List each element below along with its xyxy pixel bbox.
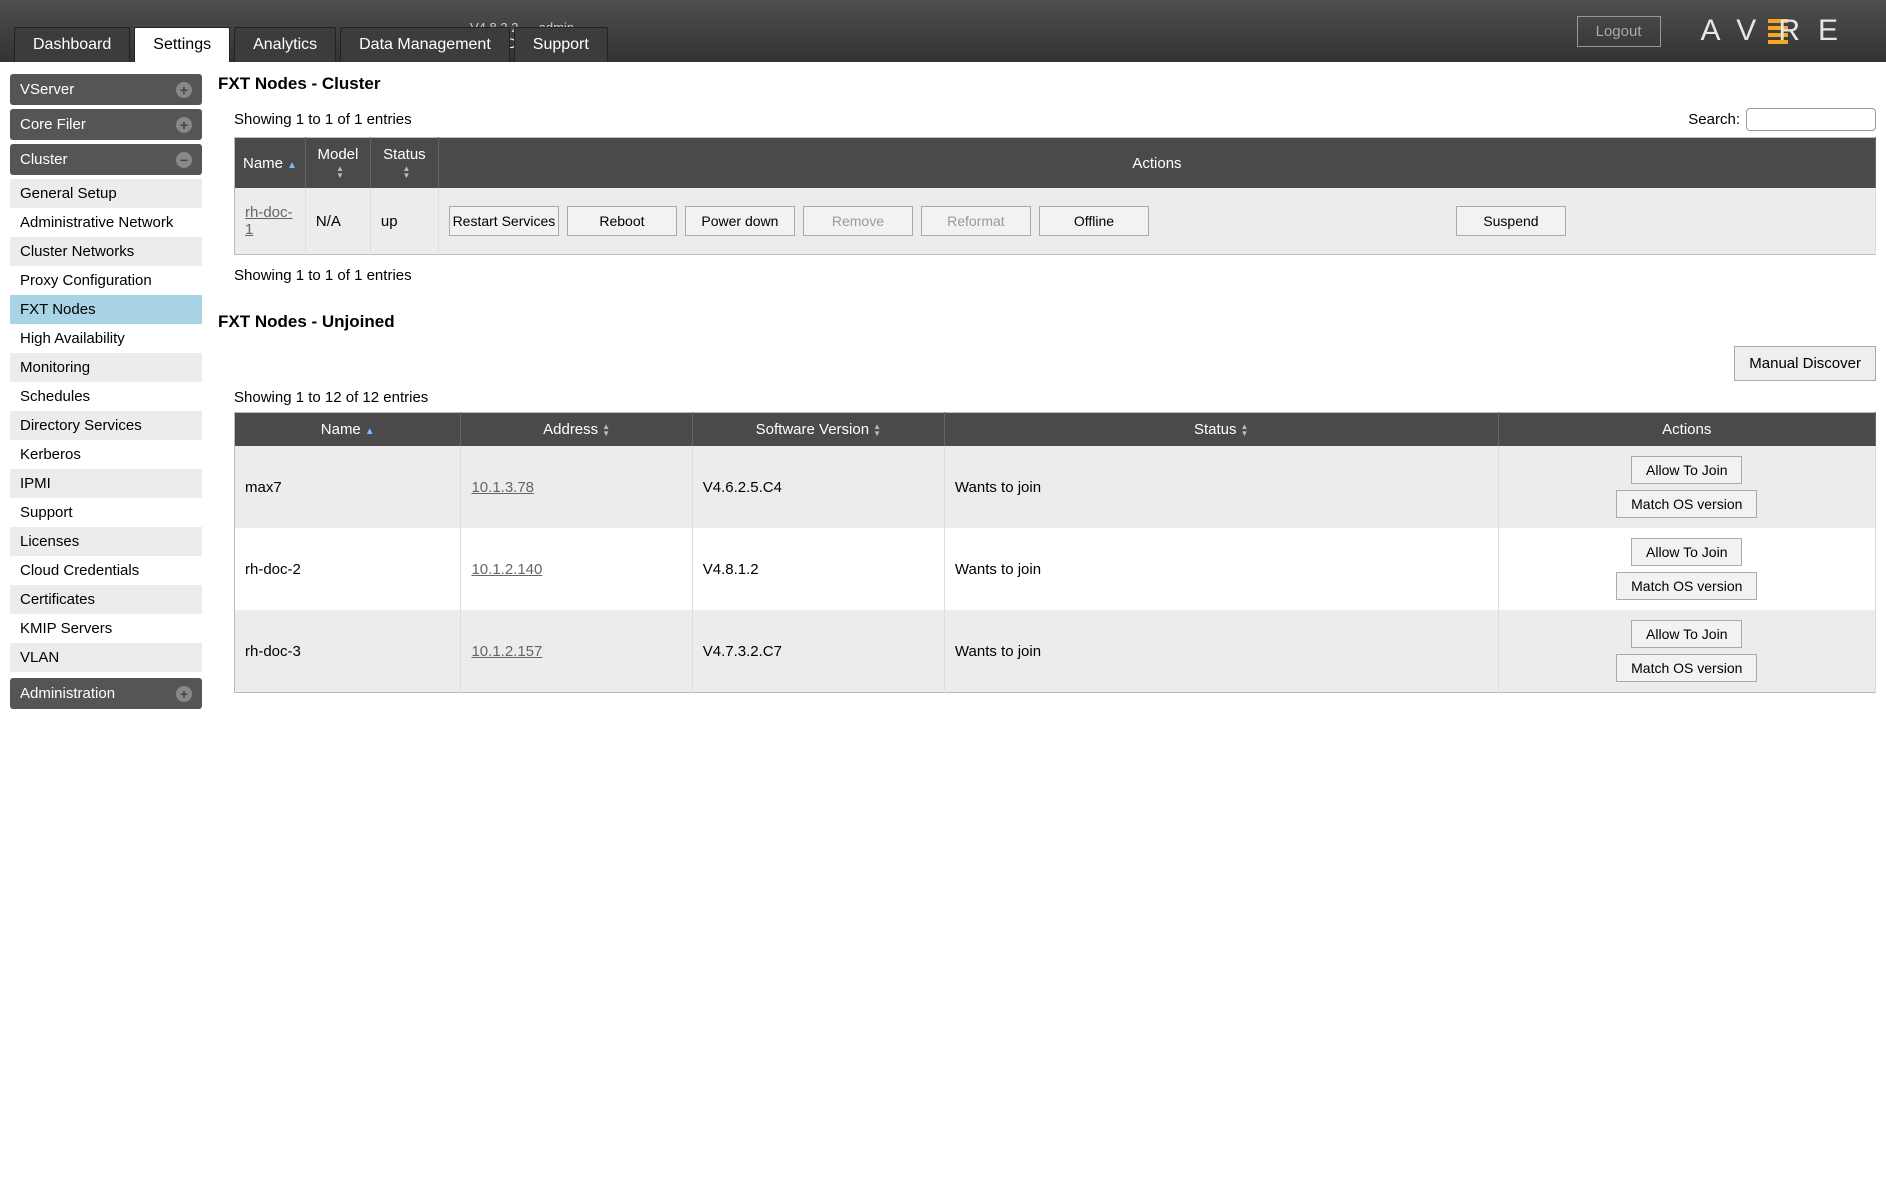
plus-icon: +	[176, 686, 192, 702]
node-status: Wants to join	[944, 528, 1498, 610]
offline-button[interactable]: Offline	[1039, 206, 1149, 236]
node-name: rh-doc-2	[235, 528, 461, 610]
restart-services-button[interactable]: Restart Services	[449, 206, 559, 236]
minus-icon: −	[176, 152, 192, 168]
sort-asc-icon: ▲	[365, 426, 375, 437]
tab-settings[interactable]: Settings	[134, 27, 230, 62]
sidebar-item-licenses[interactable]: Licenses	[10, 527, 202, 556]
topbar: Logout AV RE V4.8.2.2 --- admin SetupDem…	[0, 0, 1886, 62]
sidebar-item-kmip-servers[interactable]: KMIP Servers	[10, 614, 202, 643]
sidebar-item-administrative-network[interactable]: Administrative Network	[10, 208, 202, 237]
allow-to-join-button[interactable]: Allow To Join	[1631, 456, 1742, 484]
cluster-table: Name▲ Model▲▼ Status▲▼ Actions rh-doc-1 …	[234, 137, 1876, 255]
sidebar-item-vlan[interactable]: VLAN	[10, 643, 202, 672]
col-name[interactable]: Name▲	[235, 413, 461, 447]
sidebar-item-high-availability[interactable]: High Availability	[10, 324, 202, 353]
table-row: rh-doc-3 10.1.2.157 V4.7.3.2.C7Wants to jo…	[235, 610, 1876, 693]
col-actions: Actions	[438, 138, 1875, 189]
sidebar-section-cluster[interactable]: Cluster−	[10, 144, 202, 175]
plus-icon: +	[176, 117, 192, 133]
tab-dashboard[interactable]: Dashboard	[14, 27, 130, 62]
match-os-version-button[interactable]: Match OS version	[1616, 490, 1757, 518]
cluster-showing-bottom: Showing 1 to 1 of 1 entries	[234, 267, 1876, 284]
sidebar-item-kerberos[interactable]: Kerberos	[10, 440, 202, 469]
sidebar-item-general-setup[interactable]: General Setup	[10, 179, 202, 208]
logo-text-post: RE	[1778, 14, 1856, 48]
sort-icon: ▲▼	[402, 165, 410, 179]
node-name: max7	[235, 446, 461, 528]
sidebar-section-core-filer[interactable]: Core Filer+	[10, 109, 202, 140]
col-actions: Actions	[1498, 413, 1875, 447]
cluster-title: FXT Nodes - Cluster	[218, 74, 1876, 94]
sort-icon: ▲▼	[602, 423, 610, 437]
node-status: up	[370, 188, 438, 255]
manual-discover-button[interactable]: Manual Discover	[1734, 346, 1876, 381]
sidebar-item-cloud-credentials[interactable]: Cloud Credentials	[10, 556, 202, 585]
tab-data-management[interactable]: Data Management	[340, 27, 510, 62]
table-row: max7 10.1.3.78 V4.6.2.5.C4Wants to join All…	[235, 446, 1876, 528]
sort-asc-icon: ▲	[287, 160, 297, 171]
sidebar-item-schedules[interactable]: Schedules	[10, 382, 202, 411]
reboot-button[interactable]: Reboot	[567, 206, 677, 236]
search-label: Search:	[1688, 111, 1740, 128]
main-content: FXT Nodes - Cluster Showing 1 to 1 of 1 …	[218, 74, 1876, 713]
table-row: rh-doc-2 10.1.2.140 V4.8.1.2Wants to join A…	[235, 528, 1876, 610]
col-status[interactable]: Status▲▼	[370, 138, 438, 189]
suspend-button[interactable]: Suspend	[1456, 206, 1566, 236]
brand-logo: AV RE	[1701, 14, 1856, 48]
col-address[interactable]: Address▲▼	[461, 413, 692, 447]
node-status: Wants to join	[944, 446, 1498, 528]
sidebar-item-support[interactable]: Support	[10, 498, 202, 527]
cluster-showing-top: Showing 1 to 1 of 1 entries	[234, 111, 412, 128]
tab-analytics[interactable]: Analytics	[234, 27, 336, 62]
sidebar-item-fxt-nodes[interactable]: FXT Nodes	[10, 295, 202, 324]
col-status[interactable]: Status▲▼	[944, 413, 1498, 447]
sort-icon: ▲▼	[873, 423, 881, 437]
node-link[interactable]: rh-doc-1	[245, 204, 293, 238]
node-address-link[interactable]: 10.1.2.157	[471, 643, 542, 660]
node-version: V4.7.3.2.C7	[692, 610, 944, 693]
allow-to-join-button[interactable]: Allow To Join	[1631, 538, 1742, 566]
remove-button[interactable]: Remove	[803, 206, 913, 236]
sidebar-item-proxy-configuration[interactable]: Proxy Configuration	[10, 266, 202, 295]
plus-icon: +	[176, 82, 192, 98]
node-model: N/A	[305, 188, 370, 255]
node-address-link[interactable]: 10.1.3.78	[471, 479, 534, 496]
sidebar-item-certificates[interactable]: Certificates	[10, 585, 202, 614]
unjoined-title: FXT Nodes - Unjoined	[218, 312, 1876, 332]
match-os-version-button[interactable]: Match OS version	[1616, 572, 1757, 600]
node-actions: Restart Services Reboot Power down Remov…	[449, 198, 1865, 244]
match-os-version-button[interactable]: Match OS version	[1616, 654, 1757, 682]
tab-support[interactable]: Support	[514, 27, 608, 62]
logo-text-pre: AV	[1701, 14, 1775, 48]
sidebar: VServer+ Core Filer+ Cluster− General Setup…	[10, 74, 202, 713]
sort-icon: ▲▼	[1241, 423, 1249, 437]
sidebar-section-vserver[interactable]: VServer+	[10, 74, 202, 105]
power-down-button[interactable]: Power down	[685, 206, 795, 236]
col-version[interactable]: Software Version▲▼	[692, 413, 944, 447]
node-status: Wants to join	[944, 610, 1498, 693]
sidebar-item-ipmi[interactable]: IPMI	[10, 469, 202, 498]
reformat-button[interactable]: Reformat	[921, 206, 1031, 236]
sidebar-item-cluster-networks[interactable]: Cluster Networks	[10, 237, 202, 266]
unjoined-table: Name▲ Address▲▼ Software Version▲▼ Statu…	[234, 412, 1876, 693]
unjoined-showing: Showing 1 to 12 of 12 entries	[234, 389, 1876, 406]
node-version: V4.8.1.2	[692, 528, 944, 610]
logout-button[interactable]: Logout	[1577, 16, 1661, 47]
node-name: rh-doc-3	[235, 610, 461, 693]
sidebar-section-administration[interactable]: Administration+	[10, 678, 202, 709]
search-input[interactable]	[1746, 108, 1876, 131]
allow-to-join-button[interactable]: Allow To Join	[1631, 620, 1742, 648]
col-name[interactable]: Name▲	[235, 138, 306, 189]
sidebar-item-directory-services[interactable]: Directory Services	[10, 411, 202, 440]
node-version: V4.6.2.5.C4	[692, 446, 944, 528]
node-address-link[interactable]: 10.1.2.140	[471, 561, 542, 578]
col-model[interactable]: Model▲▼	[305, 138, 370, 189]
sort-icon: ▲▼	[336, 165, 344, 179]
sidebar-item-monitoring[interactable]: Monitoring	[10, 353, 202, 382]
